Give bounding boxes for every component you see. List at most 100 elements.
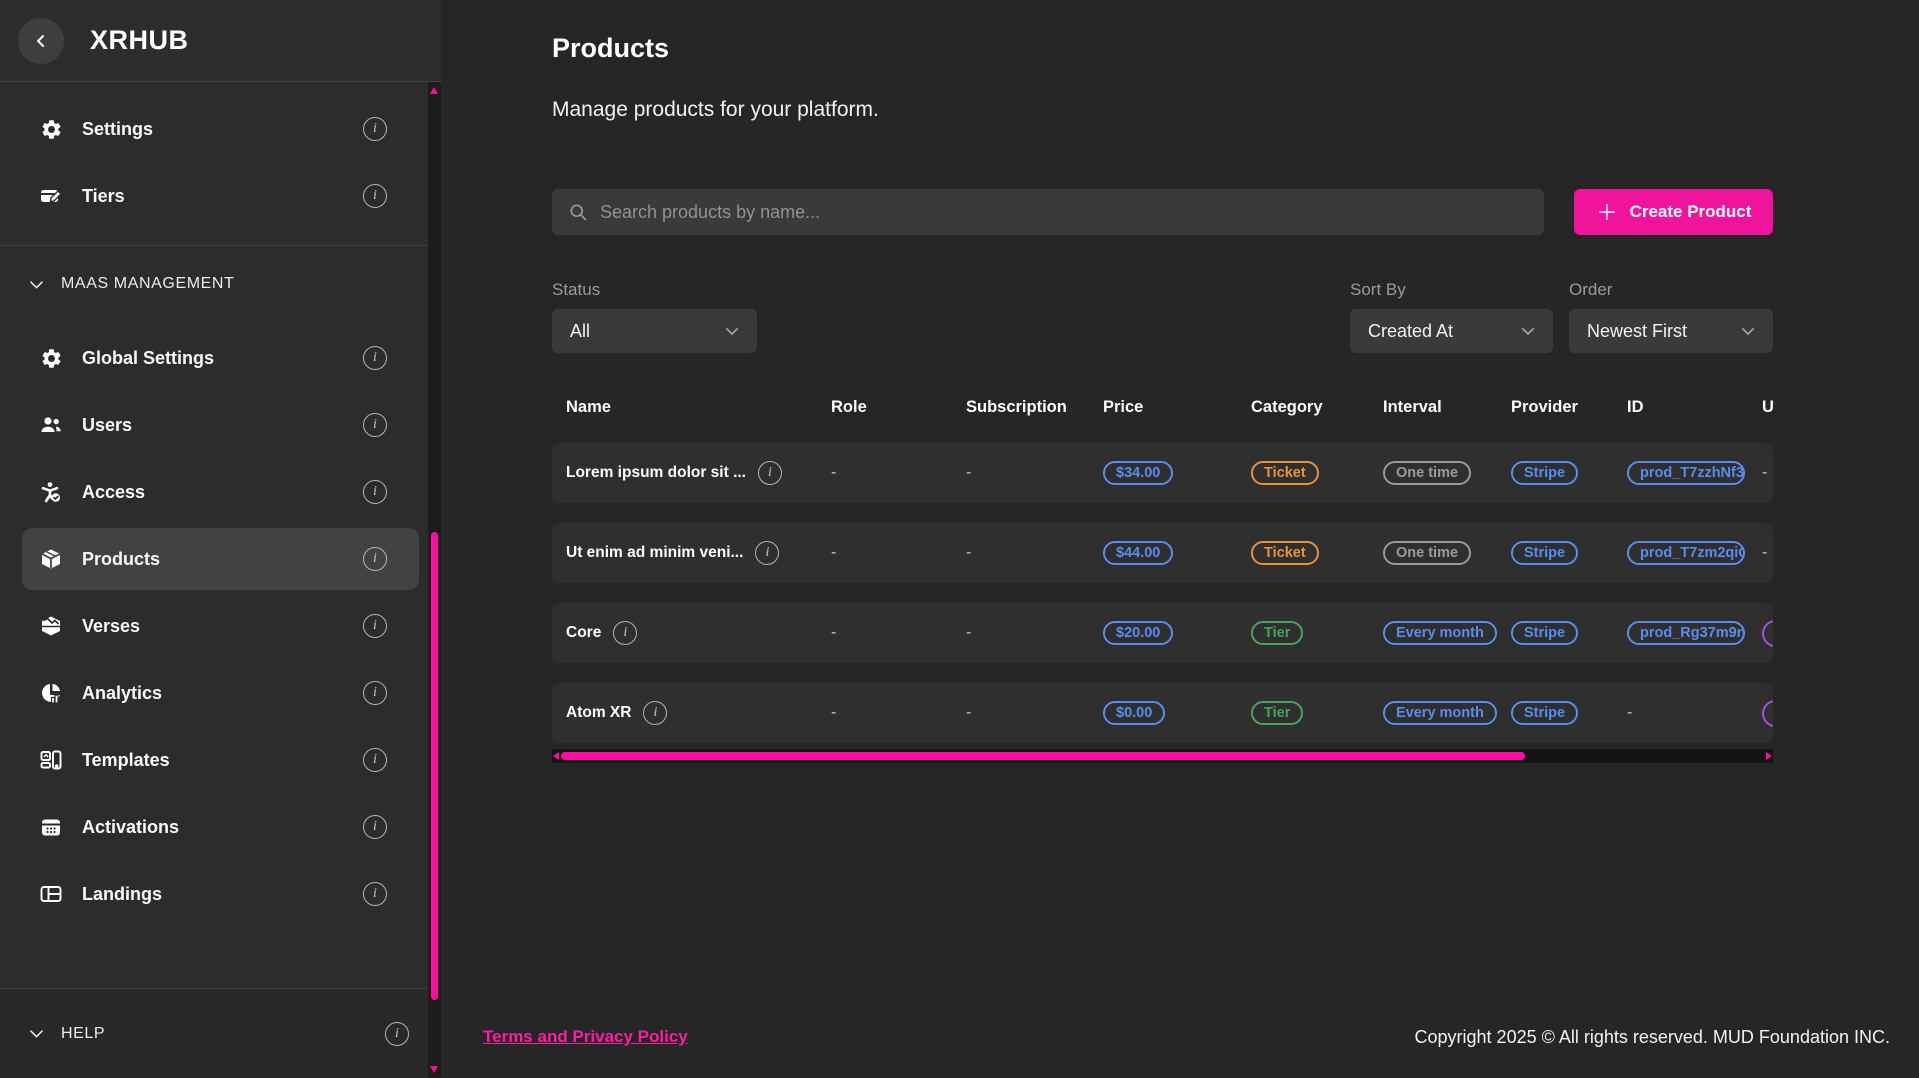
sortby-filter-group: Sort By Created At xyxy=(1350,280,1553,353)
table-row[interactable]: Corei - - $20.00 Tier Every month Stripe… xyxy=(552,603,1773,663)
info-icon[interactable]: i xyxy=(385,1022,409,1046)
info-icon[interactable]: i xyxy=(758,461,782,485)
order-filter-label: Order xyxy=(1569,280,1773,300)
collapse-sidebar-button[interactable] xyxy=(18,18,64,64)
sidebar-item-label: Activations xyxy=(82,817,363,838)
filters-row: Status All Sort By Created At xyxy=(552,280,1773,353)
sidebar-item-global-settings[interactable]: Global Settings i xyxy=(22,327,419,389)
id-badge: prod_T7zm2qiQ xyxy=(1627,541,1745,565)
provider-badge: Stripe xyxy=(1511,621,1578,645)
sidebar-item-settings[interactable]: Settings i xyxy=(22,98,419,160)
scroll-right-arrow[interactable] xyxy=(1766,752,1772,760)
sidebar: XRHUB Settings i Tiers i xyxy=(0,0,441,1078)
table-scrollbar-thumb[interactable] xyxy=(561,752,1525,760)
search-box[interactable] xyxy=(552,189,1544,235)
app-logo-title: XRHUB xyxy=(90,25,189,56)
interval-badge: Every month xyxy=(1383,701,1497,725)
sidebar-item-analytics[interactable]: Analytics i xyxy=(22,662,419,724)
sidebar-item-label: Users xyxy=(82,415,363,436)
status-filter-group: Status All xyxy=(552,280,757,353)
scroll-up-arrow[interactable] xyxy=(430,87,438,94)
sidebar-item-label: Tiers xyxy=(82,186,363,207)
info-icon[interactable]: i xyxy=(363,748,387,772)
products-table: Name Role Subscription Price Category In… xyxy=(552,391,1773,763)
info-icon[interactable]: i xyxy=(613,621,637,645)
order-filter-group: Order Newest First xyxy=(1569,280,1773,353)
info-icon[interactable]: i xyxy=(363,184,387,208)
sidebar-scrollbar[interactable] xyxy=(428,82,441,1078)
info-icon[interactable]: i xyxy=(363,681,387,705)
table-horizontal-scrollbar[interactable] xyxy=(552,749,1773,763)
info-icon[interactable]: i xyxy=(363,815,387,839)
copyright-text: Copyright 2025 © All rights reserved. MU… xyxy=(1415,1027,1890,1048)
scroll-left-arrow[interactable] xyxy=(553,752,559,760)
column-header-name: Name xyxy=(566,398,831,417)
info-icon[interactable]: i xyxy=(363,346,387,370)
chevron-left-icon xyxy=(31,31,51,51)
clipped-badge xyxy=(1762,620,1773,647)
sidebar-item-label: Access xyxy=(82,482,363,503)
scroll-down-arrow[interactable] xyxy=(430,1066,438,1073)
column-header-subscription: Subscription xyxy=(966,398,1103,417)
sidebar-item-label: Products xyxy=(82,549,363,570)
sidebar-item-label: Analytics xyxy=(82,683,363,704)
table-row[interactable]: Lorem ipsum dolor sit ...i - - $34.00 Ti… xyxy=(552,443,1773,503)
price-badge: $44.00 xyxy=(1103,541,1173,565)
info-icon[interactable]: i xyxy=(363,117,387,141)
provider-badge: Stripe xyxy=(1511,461,1578,485)
price-badge: $34.00 xyxy=(1103,461,1173,485)
section-help[interactable]: HELP i xyxy=(0,988,441,1078)
product-name: Lorem ipsum dolor sit ... xyxy=(566,464,746,482)
section-maas-management[interactable]: MAAS MANAGEMENT xyxy=(0,246,441,322)
info-icon[interactable]: i xyxy=(363,882,387,906)
chevron-down-icon xyxy=(723,322,741,340)
info-icon[interactable]: i xyxy=(363,480,387,504)
search-icon xyxy=(568,202,588,222)
sidebar-item-templates[interactable]: Templates i xyxy=(22,729,419,791)
sidebar-item-products[interactable]: Products i xyxy=(22,528,419,590)
table-row[interactable]: Atom XRi - - $0.00 Tier Every month Stri… xyxy=(552,683,1773,743)
info-icon[interactable]: i xyxy=(363,614,387,638)
sortby-filter-label: Sort By xyxy=(1350,280,1553,300)
table-row[interactable]: Ut enim ad minim veni...i - - $44.00 Tic… xyxy=(552,523,1773,583)
sidebar-item-activations[interactable]: Activations i xyxy=(22,796,419,858)
sidebar-header: XRHUB xyxy=(0,0,441,82)
page-subtitle: Manage products for your platform. xyxy=(552,98,1773,122)
status-filter-label: Status xyxy=(552,280,757,300)
sidebar-item-tiers[interactable]: Tiers i xyxy=(22,165,419,227)
info-icon[interactable]: i xyxy=(363,413,387,437)
chevron-down-icon xyxy=(1519,322,1537,340)
sortby-select[interactable]: Created At xyxy=(1350,309,1553,353)
layout-panel-icon xyxy=(38,882,64,906)
gear-icon xyxy=(38,118,64,141)
product-name: Core xyxy=(566,624,601,642)
order-select[interactable]: Newest First xyxy=(1569,309,1773,353)
sidebar-item-verses[interactable]: Verses i xyxy=(22,595,419,657)
provider-badge: Stripe xyxy=(1511,701,1578,725)
toolbar: Create Product xyxy=(552,189,1773,235)
column-header-price: Price xyxy=(1103,398,1251,417)
layout-template-icon xyxy=(38,748,64,772)
sidebar-item-label: Templates xyxy=(82,750,363,771)
info-icon[interactable]: i xyxy=(643,701,667,725)
category-badge: Ticket xyxy=(1251,541,1319,565)
sidebar-item-access[interactable]: Access i xyxy=(22,461,419,523)
sidebar-item-label: Landings xyxy=(82,884,363,905)
sidebar-item-label: Verses xyxy=(82,616,363,637)
column-header-interval: Interval xyxy=(1383,398,1511,417)
app-window: XRHUB Settings i Tiers i xyxy=(0,0,1919,1078)
info-icon[interactable]: i xyxy=(755,541,779,565)
status-select[interactable]: All xyxy=(552,309,757,353)
section-label: HELP xyxy=(61,1025,385,1043)
terms-privacy-link[interactable]: Terms and Privacy Policy xyxy=(483,1027,688,1047)
search-input[interactable] xyxy=(600,202,1528,223)
footer: Terms and Privacy Policy Copyright 2025 … xyxy=(441,1014,1919,1078)
sidebar-item-landings[interactable]: Landings i xyxy=(22,863,419,925)
sidebar-scrollbar-thumb[interactable] xyxy=(431,532,438,1000)
page-title: Products xyxy=(552,33,1773,64)
box-icon xyxy=(38,547,64,571)
product-name: Ut enim ad minim veni... xyxy=(566,544,743,562)
sidebar-item-users[interactable]: Users i xyxy=(22,394,419,456)
info-icon[interactable]: i xyxy=(363,547,387,571)
create-product-button[interactable]: Create Product xyxy=(1574,189,1773,235)
